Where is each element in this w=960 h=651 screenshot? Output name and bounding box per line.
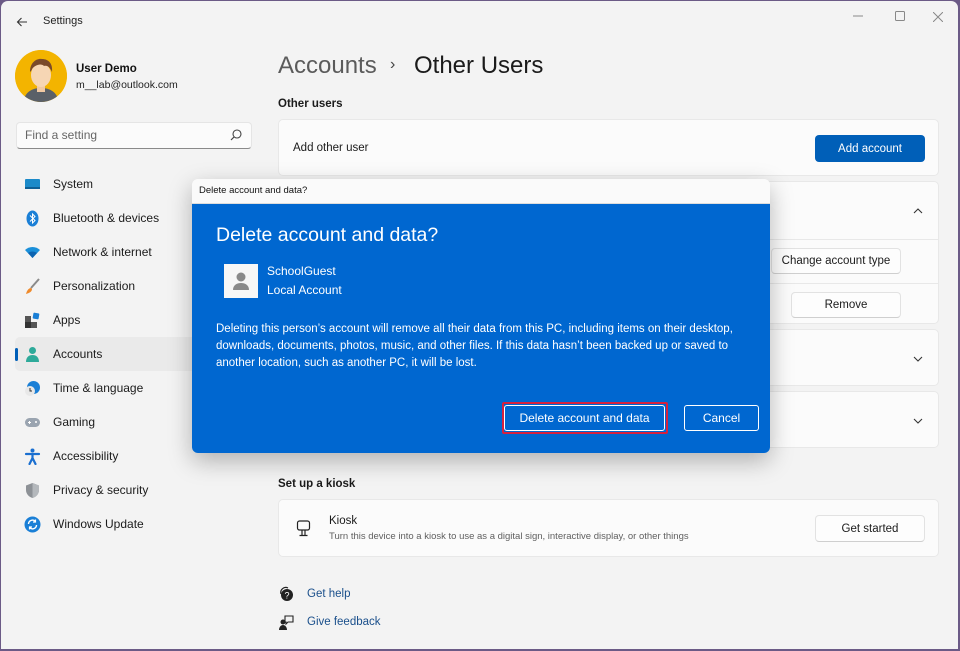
sidebar-item-label: Accounts <box>53 347 103 361</box>
dialog-user-avatar <box>224 264 258 298</box>
accessibility-icon <box>24 448 41 465</box>
sidebar-item-windows-update[interactable]: Windows Update <box>15 507 265 541</box>
active-indicator <box>15 348 18 361</box>
close-icon <box>932 11 944 23</box>
svg-text:?: ? <box>284 591 289 601</box>
chevron-down-icon[interactable] <box>911 352 925 366</box>
cancel-button[interactable]: Cancel <box>684 405 759 431</box>
remove-button[interactable]: Remove <box>791 292 901 318</box>
apps-icon <box>25 312 40 328</box>
breadcrumb-parent[interactable]: Accounts <box>278 52 377 80</box>
sidebar-item-label: Time & language <box>53 381 144 395</box>
maximize-button[interactable] <box>885 7 915 27</box>
user-avatar-icon <box>15 50 67 102</box>
chevron-down-icon[interactable] <box>911 414 925 428</box>
dialog-body: Delete account and data? SchoolGuest Loc… <box>192 204 770 453</box>
wifi-icon <box>25 247 40 258</box>
add-account-button[interactable]: Add account <box>815 135 925 162</box>
windows-update-icon <box>24 516 41 533</box>
app-title: Settings <box>43 15 83 27</box>
get-started-button[interactable]: Get started <box>815 515 925 542</box>
get-help-link[interactable]: Get help <box>307 588 350 600</box>
kiosk-icon <box>296 520 311 537</box>
person-icon <box>233 272 249 290</box>
dialog-user-type: Local Account <box>267 283 342 297</box>
minimize-button[interactable] <box>843 7 873 27</box>
user-email: m__lab@outlook.com <box>76 79 178 91</box>
search-icon[interactable] <box>229 128 243 142</box>
dialog-window-title: Delete account and data? <box>199 185 308 196</box>
delete-account-and-data-button[interactable]: Delete account and data <box>504 405 665 431</box>
sidebar-item-label: Apps <box>53 313 81 327</box>
kiosk-card: Kiosk Get started <box>278 499 939 557</box>
back-button[interactable] <box>13 13 31 31</box>
dialog-title-bar: Delete account and data? <box>192 179 770 204</box>
give-feedback-link[interactable]: Give feedback <box>307 616 381 628</box>
maximize-icon <box>895 11 905 21</box>
settings-window: Settings User Demo m__lab@outlook.com Sy… <box>1 1 958 649</box>
sidebar-item-label: Privacy & security <box>53 483 149 497</box>
help-icon: ? <box>280 586 293 601</box>
dialog-heading: Delete account and data? <box>216 224 439 246</box>
kiosk-description: Turn this device into a kiosk to use as … <box>329 531 689 542</box>
avatar[interactable] <box>15 50 67 102</box>
shield-icon <box>26 483 39 498</box>
sidebar-item-privacy[interactable]: Privacy & security <box>15 473 265 507</box>
breadcrumb-separator: › <box>390 56 396 73</box>
page-title: Other Users <box>414 52 544 79</box>
paintbrush-icon <box>26 278 40 294</box>
sidebar-item-label: Accessibility <box>53 449 119 463</box>
gamepad-icon <box>25 418 40 427</box>
bluetooth-icon <box>26 210 39 227</box>
sidebar-item-label: Gaming <box>53 415 96 429</box>
delete-account-dialog: Delete account and data? Delete account … <box>192 179 770 453</box>
change-account-type-button[interactable]: Change account type <box>771 248 901 274</box>
add-user-card: Add other user Add account <box>278 119 939 176</box>
sidebar-item-label: System <box>53 177 94 191</box>
add-user-label: Add other user <box>293 142 369 154</box>
close-button[interactable] <box>923 7 953 27</box>
search-input[interactable] <box>25 128 225 142</box>
sidebar-item-label: Windows Update <box>53 517 144 531</box>
title-bar: Settings <box>1 1 958 43</box>
arrow-left-icon <box>16 17 27 27</box>
user-name: User Demo <box>76 63 137 75</box>
dialog-message: Deleting this person’s account will remo… <box>216 323 733 369</box>
feedback-icon <box>279 615 294 630</box>
minimize-icon <box>853 15 863 17</box>
sidebar-item-label: Network & internet <box>53 245 152 259</box>
sidebar-item-label: Personalization <box>53 279 136 293</box>
dialog-user-name: SchoolGuest <box>267 264 336 278</box>
accounts-icon <box>26 347 39 362</box>
time-language-icon <box>25 381 40 396</box>
kiosk-title: Kiosk <box>329 515 358 527</box>
sidebar-item-label: Bluetooth & devices <box>53 211 160 225</box>
other-users-section-title: Other users <box>278 98 343 110</box>
search-box[interactable] <box>16 122 252 149</box>
kiosk-section-title: Set up a kiosk <box>278 478 356 490</box>
system-icon <box>25 179 40 189</box>
chevron-up-icon[interactable] <box>911 204 925 218</box>
